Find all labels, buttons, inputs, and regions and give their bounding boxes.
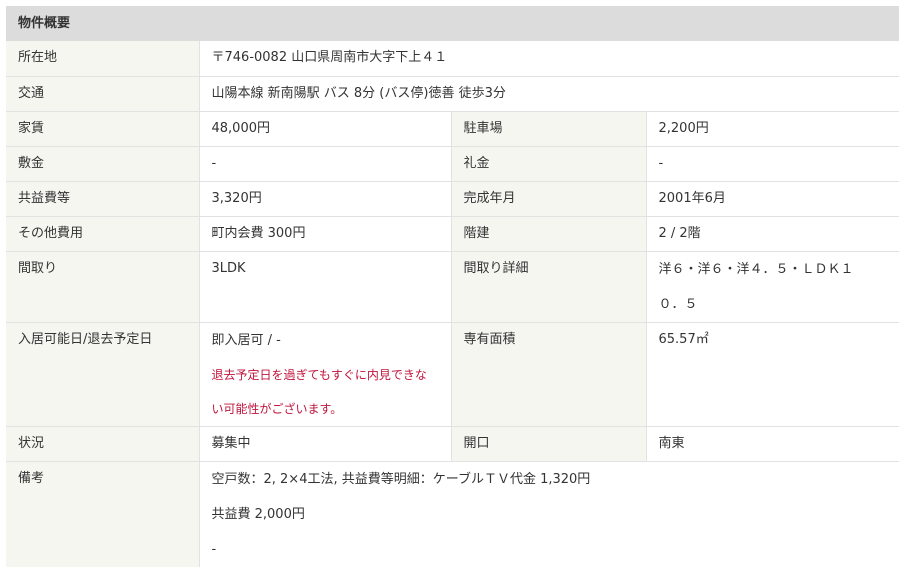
move-in-note-line2: い可能性がございます。 (211, 401, 343, 416)
remarks-line1: 空戸数：2, 2×4工法, 共益費等明細：ケーブルＴＶ代金 1,320円 (211, 471, 591, 487)
value-floor-area: 65.57㎡ (645, 322, 900, 427)
value-common-fee: 3,320円 (198, 181, 451, 217)
value-other-fee: 町内会費 300円 (198, 216, 451, 252)
move-in-value: 即入居可 / - (211, 332, 281, 348)
table-row-deposit: 敷金 - 礼金 - (6, 146, 900, 182)
section-title: 物件概要 (6, 6, 899, 41)
table-row-common-fee: 共益費等 3,320円 完成年月 2001年6月 (6, 181, 900, 217)
label-rent: 家賃 (6, 111, 199, 147)
label-move-in: 入居可能日/退去予定日 (6, 322, 199, 427)
label-layout: 間取り (6, 251, 199, 323)
value-move-in: 即入居可 / - 退去予定日を過ぎてもすぐに内見できな い可能性がございます。 (198, 322, 451, 427)
table-row-address: 所在地 〒746-0082 山口県周南市大字下上４１ (6, 41, 900, 77)
value-orientation: 南東 (645, 426, 900, 462)
value-layout-detail: 洋６・洋６・洋４．５・ＬＤＫ１ ０．５ (645, 251, 900, 323)
value-remarks: 空戸数：2, 2×4工法, 共益費等明細：ケーブルＴＶ代金 1,320円 共益費… (198, 461, 900, 567)
value-key-money: - (645, 146, 900, 182)
label-parking: 駐車場 (450, 111, 646, 147)
label-completion-date: 完成年月 (450, 181, 646, 217)
table-row-move-in: 入居可能日/退去予定日 即入居可 / - 退去予定日を過ぎてもすぐに内見できな … (6, 322, 900, 427)
label-status: 状況 (6, 426, 199, 462)
move-in-note-line1: 退去予定日を過ぎてもすぐに内見できな (211, 367, 427, 382)
value-deposit: - (198, 146, 451, 182)
value-address: 〒746-0082 山口県周南市大字下上４１ (198, 41, 900, 77)
label-key-money: 礼金 (450, 146, 646, 182)
remarks-line3: - (211, 541, 217, 557)
label-common-fee: 共益費等 (6, 181, 199, 217)
table-row-status: 状況 募集中 開口 南東 (6, 426, 900, 462)
label-remarks: 備考 (6, 461, 199, 567)
label-address: 所在地 (6, 41, 199, 77)
label-layout-detail: 間取り詳細 (450, 251, 646, 323)
value-status: 募集中 (198, 426, 451, 462)
value-layout: 3LDK (198, 251, 451, 323)
value-parking: 2,200円 (645, 111, 900, 147)
value-rent: 48,000円 (198, 111, 451, 147)
table-row-other-fee: その他費用 町内会費 300円 階建 2 / 2階 (6, 216, 900, 252)
label-transport: 交通 (6, 76, 199, 112)
table-row-layout: 間取り 3LDK 間取り詳細 洋６・洋６・洋４．５・ＬＤＫ１ ０．５ (6, 251, 900, 323)
value-completion-date: 2001年6月 (645, 181, 900, 217)
property-spec-table: 所在地 〒746-0082 山口県周南市大字下上４１ 交通 山陽本線 新南陽駅 … (6, 41, 900, 567)
table-row-remarks: 備考 空戸数：2, 2×4工法, 共益費等明細：ケーブルＴＶ代金 1,320円 … (6, 461, 900, 567)
table-row-rent: 家賃 48,000円 駐車場 2,200円 (6, 111, 900, 147)
table-row-transport: 交通 山陽本線 新南陽駅 バス 8分 (バス停)徳善 徒歩3分 (6, 76, 900, 112)
layout-detail-line1: 洋６・洋６・洋４．５・ＬＤＫ１ (658, 261, 854, 277)
value-floors: 2 / 2階 (645, 216, 900, 252)
label-floor-area: 専有面積 (450, 322, 646, 427)
label-deposit: 敷金 (6, 146, 199, 182)
layout-detail-line2: ０．５ (658, 296, 698, 312)
label-floors: 階建 (450, 216, 646, 252)
property-summary: 物件概要 所在地 〒746-0082 山口県周南市大字下上４１ 交通 山陽本線 … (0, 0, 903, 567)
value-transport: 山陽本線 新南陽駅 バス 8分 (バス停)徳善 徒歩3分 (198, 76, 900, 112)
label-orientation: 開口 (450, 426, 646, 462)
label-other-fee: その他費用 (6, 216, 199, 252)
remarks-line2: 共益費 2,000円 (211, 506, 305, 522)
